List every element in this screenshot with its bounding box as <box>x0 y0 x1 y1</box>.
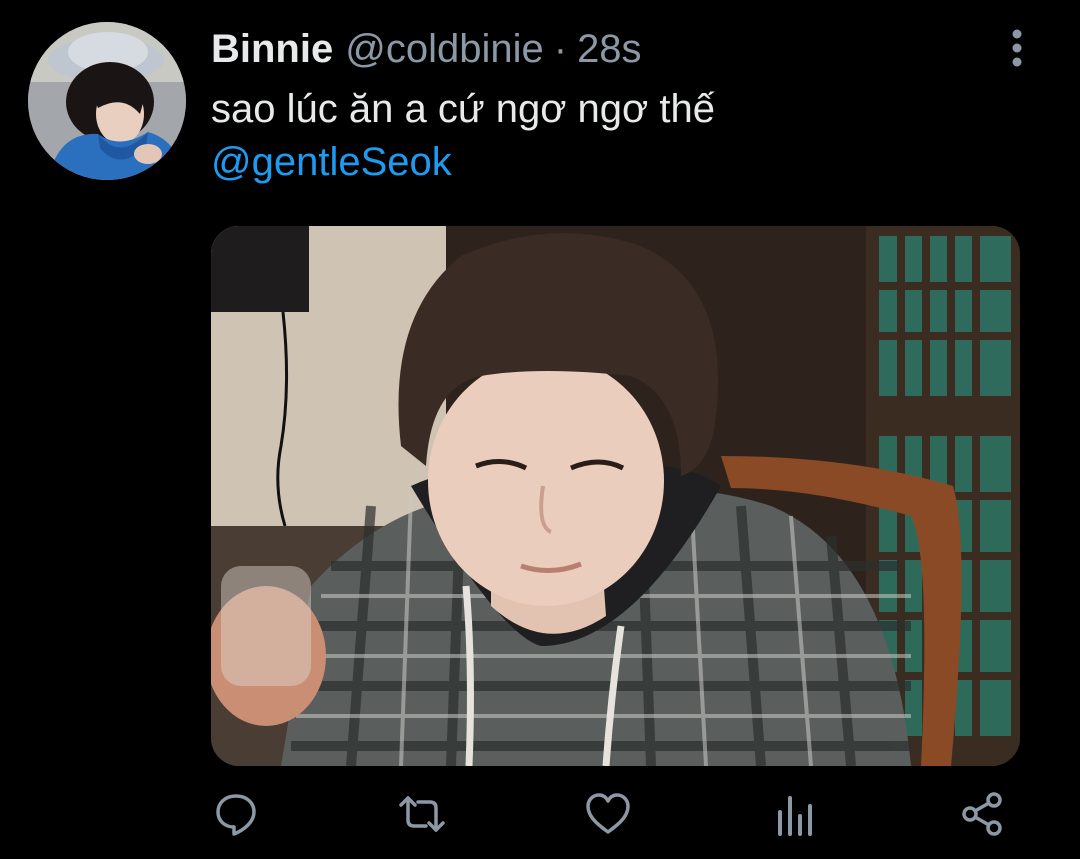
share-icon <box>958 790 1006 838</box>
tweet-header: Binnie @coldbinie · 28s <box>211 24 642 74</box>
timestamp[interactable]: 28s <box>577 24 642 74</box>
avatar[interactable] <box>28 22 186 180</box>
tweet-media-image[interactable] <box>211 226 1020 766</box>
like-button[interactable] <box>584 790 632 838</box>
heart-icon <box>584 790 632 838</box>
tweet: Binnie @coldbinie · 28s sao lúc ăn a cứ … <box>0 0 1080 859</box>
mention-link[interactable]: @gentleSeok <box>211 137 715 190</box>
analytics-icon <box>772 790 820 838</box>
header-separator: · <box>553 27 568 71</box>
reply-icon <box>212 790 260 838</box>
share-button[interactable] <box>958 790 1006 838</box>
reply-button[interactable] <box>212 790 260 838</box>
tweet-text: sao lúc ăn a cứ ngơ ngơ thế @gentleSeok <box>211 84 715 190</box>
more-options-button[interactable] <box>1001 28 1033 68</box>
author-name[interactable]: Binnie <box>211 24 333 74</box>
retweet-icon <box>398 790 446 838</box>
tweet-text-line: sao lúc ăn a cứ ngơ ngơ thế <box>211 87 715 131</box>
more-vertical-icon <box>1001 29 1033 72</box>
action-bar <box>200 784 1040 844</box>
author-handle[interactable]: @coldbinie <box>345 24 544 74</box>
retweet-button[interactable] <box>398 790 446 838</box>
analytics-button[interactable] <box>772 790 820 838</box>
